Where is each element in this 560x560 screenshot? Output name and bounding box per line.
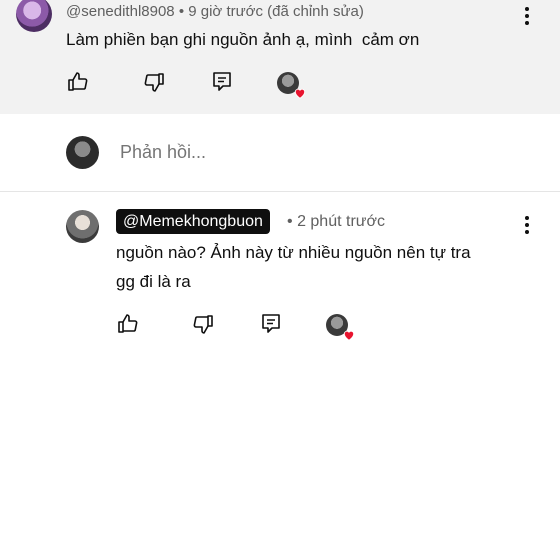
creator-heart-icon — [326, 314, 355, 342]
reply-comment-text: nguồn nào? Ảnh này từ nhiều nguồn nên tự… — [116, 238, 471, 296]
heart-icon — [294, 88, 306, 99]
reply-timestamp: 2 phút trước — [297, 213, 385, 230]
reply-comment-meta: • 2 phút trước — [287, 213, 385, 231]
meta-separator: • — [287, 213, 293, 230]
reply-avatar[interactable] — [66, 210, 99, 243]
dislike-icon[interactable] — [191, 312, 215, 336]
parent-comment-meta: @senedithl8908 • 9 giờ trước (đã chỉnh s… — [66, 3, 364, 20]
more-vert-icon[interactable] — [517, 213, 537, 237]
dislike-icon[interactable] — [142, 70, 166, 94]
current-user-avatar — [66, 136, 99, 169]
parent-comment-text: Làm phiền bạn ghi nguồn ảnh ạ, mình cảm … — [66, 30, 420, 49]
reply-icon[interactable] — [210, 70, 234, 94]
parent-avatar[interactable] — [16, 0, 52, 32]
like-icon[interactable] — [66, 70, 90, 94]
reply-box — [0, 114, 560, 192]
reply-text-line1: nguồn nào? Ảnh này từ nhiều nguồn nên tự… — [116, 243, 471, 262]
parent-handle[interactable]: @senedithl8908 — [66, 3, 175, 20]
reply-input[interactable] — [120, 142, 500, 163]
more-vert-icon[interactable] — [517, 4, 537, 28]
heart-icon — [343, 330, 355, 341]
creator-heart-icon — [277, 72, 306, 100]
parent-comment: @senedithl8908 • 9 giờ trước (đã chỉnh s… — [0, 0, 560, 114]
reply-text-line2: gg đi là ra — [116, 272, 191, 291]
like-icon[interactable] — [116, 312, 140, 336]
meta-separator: • — [178, 3, 185, 20]
reply-handle-badge[interactable]: @Memekhongbuon — [116, 209, 270, 234]
reply-icon[interactable] — [259, 312, 283, 336]
parent-timestamp: 9 giờ trước (đã chỉnh sửa) — [188, 3, 364, 20]
